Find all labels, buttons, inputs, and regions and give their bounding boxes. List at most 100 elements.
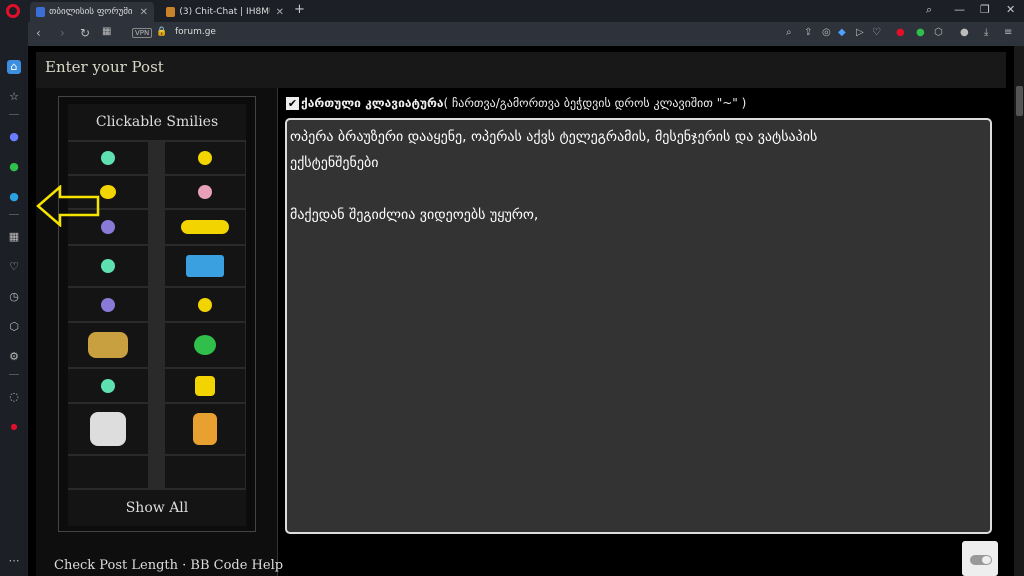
smiley-icon[interactable] xyxy=(101,378,115,393)
shield-icon[interactable]: ◆ xyxy=(838,27,846,38)
messenger-icon[interactable]: ● xyxy=(7,130,21,144)
editor-line: მაქედან შეგიძლია ვიდეოებს უყურო, xyxy=(290,207,539,223)
close-icon[interactable]: ✕ xyxy=(276,7,284,18)
smilies-title: Clickable Smilies xyxy=(68,104,246,140)
smiley-cell[interactable] xyxy=(165,288,245,321)
back-icon[interactable]: ‹ xyxy=(36,26,41,40)
forum-favicon-icon xyxy=(36,7,46,17)
speed-dial-icon[interactable]: ▦ xyxy=(102,26,111,37)
editor-line: ოპერა ბრაუზერი დააყენე, ოპერას აქვს ტელე… xyxy=(290,129,818,145)
smiley-icon[interactable] xyxy=(101,259,115,273)
smiley-cell[interactable] xyxy=(165,210,245,244)
post-header xyxy=(36,52,1006,88)
smiley-icon[interactable] xyxy=(195,375,215,396)
forward-icon[interactable]: › xyxy=(60,26,65,40)
tab-title: (3) Chit-Chat | IH8MUD For xyxy=(179,7,269,17)
lock-icon[interactable]: 🔒 xyxy=(156,27,167,37)
heart-icon[interactable]: ♡ xyxy=(872,27,881,38)
heart-icon[interactable]: ♡ xyxy=(7,260,21,274)
smiley-cell[interactable] xyxy=(165,246,245,286)
smiley-cell[interactable] xyxy=(68,369,148,402)
snapshot-icon[interactable]: ◎ xyxy=(822,27,831,38)
telegram-icon[interactable]: ● xyxy=(7,190,21,204)
opera-logo-icon[interactable] xyxy=(6,4,20,18)
smiley-cell[interactable] xyxy=(68,323,148,367)
extension-icon[interactable]: ● xyxy=(916,27,925,38)
send-icon[interactable]: ▷ xyxy=(856,27,864,38)
smiley-cell[interactable] xyxy=(165,369,245,402)
smiley-icon[interactable] xyxy=(101,220,115,234)
smiley-icon[interactable] xyxy=(101,151,115,165)
history-icon[interactable]: ◷ xyxy=(7,290,21,304)
workspaces-icon[interactable]: ▦ xyxy=(7,230,21,244)
scrollbar[interactable] xyxy=(1014,46,1024,576)
divider xyxy=(9,374,19,375)
scrollbar-thumb[interactable] xyxy=(1016,86,1023,116)
share-icon[interactable]: ⇪ xyxy=(804,27,812,38)
smiley-cell[interactable] xyxy=(165,404,245,454)
smiley-cell-empty xyxy=(68,456,148,488)
tab-forum[interactable]: თბილისის ფორუმი -> ✕ xyxy=(30,2,154,22)
avatar[interactable]: ● xyxy=(960,27,969,38)
smiley-icon[interactable] xyxy=(193,413,217,445)
download-icon[interactable]: ⤓ xyxy=(984,27,988,38)
reload-icon[interactable]: ↻ xyxy=(80,26,90,40)
smiley-icon[interactable] xyxy=(198,185,212,199)
search-tabs-icon[interactable]: ⌕ xyxy=(926,3,932,17)
settings-icon[interactable]: ⚙ xyxy=(7,350,21,364)
keyboard-hint: ( ჩართვა/გამორთვა ბეჭდვის დროს კლავიშით … xyxy=(443,96,747,110)
url-field[interactable]: forum.ge xyxy=(175,27,216,37)
smiley-cell[interactable] xyxy=(68,142,148,174)
smiley-cell[interactable] xyxy=(68,246,148,286)
editor-line xyxy=(290,176,987,202)
minimize-icon[interactable]: — xyxy=(954,3,965,16)
smiley-icon[interactable] xyxy=(88,332,128,358)
divider xyxy=(9,114,19,115)
smiley-cell[interactable] xyxy=(165,323,245,367)
smiley-icon[interactable] xyxy=(181,220,229,234)
divider xyxy=(9,214,19,215)
smiley-cell[interactable] xyxy=(165,176,245,208)
ih8mud-favicon-icon xyxy=(166,7,176,17)
close-icon[interactable]: ✕ xyxy=(140,7,148,18)
new-tab-icon[interactable]: + xyxy=(294,2,305,17)
tab-bar: თბილისის ფორუმი -> ✕ (3) Chit-Chat | IH8… xyxy=(0,0,1024,22)
home-icon[interactable]: ⌂ xyxy=(7,60,21,74)
vpn-badge[interactable]: VPN xyxy=(132,28,153,38)
georgian-keyboard-toggle[interactable]: ✔ ქართული კლავიატურა ( ჩართვა/გამორთვა ბ… xyxy=(286,96,746,110)
smiley-icon[interactable] xyxy=(194,335,216,355)
smiley-icon[interactable] xyxy=(101,297,115,312)
smiley-cell[interactable] xyxy=(68,404,148,454)
window-close-icon[interactable]: ✕ xyxy=(1006,3,1015,16)
zoom-icon[interactable]: ⌕ xyxy=(786,27,792,38)
address-bar: ‹ › ↻ ▦ VPN 🔒 forum.ge ⌕ ⇪ ◎ ◆ ▷ ♡ ● ● ⬡… xyxy=(28,22,1024,46)
cube-icon[interactable]: ⬡ xyxy=(934,27,943,38)
tab-chit-chat[interactable]: (3) Chit-Chat | IH8MUD For ✕ xyxy=(160,2,290,22)
smiley-icon[interactable] xyxy=(90,412,126,446)
show-all-button[interactable]: Show All xyxy=(68,490,246,526)
bottom-links[interactable]: Check Post Length · BB Code Help xyxy=(54,558,283,573)
smiley-cell[interactable] xyxy=(165,142,245,174)
smiley-icon[interactable] xyxy=(198,151,212,165)
yellow-arrow-annotation-icon xyxy=(36,185,100,227)
smiley-icon[interactable] xyxy=(100,185,116,199)
whatsapp-icon[interactable]: ● xyxy=(7,160,21,174)
tab-title: თბილისის ფორუმი -> xyxy=(49,7,133,17)
smiley-icon[interactable] xyxy=(186,255,224,277)
smiley-cell[interactable] xyxy=(68,288,148,321)
extension-icon[interactable]: ● xyxy=(896,27,905,38)
lightbulb-icon[interactable]: ◌ xyxy=(7,390,21,404)
keyboard-label: ქართული კლავიატურა xyxy=(301,96,444,110)
smiley-icon[interactable] xyxy=(198,297,212,312)
editor-line: ექსტენშენები xyxy=(290,155,379,171)
post-textarea[interactable]: ოპერა ბრაუზერი დააყენე, ოპერას აქვს ტელე… xyxy=(285,118,992,534)
settings-sliders-icon[interactable]: ≡ xyxy=(1004,27,1012,38)
more-icon[interactable]: ⋯ xyxy=(7,554,21,568)
cube-icon[interactable]: ⬡ xyxy=(7,320,21,334)
browser-sidebar: ⌂ ☆ ● ● ● ▦ ♡ ◷ ⬡ ⚙ ◌ ● ⋯ xyxy=(0,22,28,576)
smiley-cell-empty xyxy=(165,456,245,488)
opera-gx-icon[interactable]: ● xyxy=(7,420,21,434)
checkbox[interactable]: ✔ xyxy=(286,96,299,110)
pin-icon[interactable]: ☆ xyxy=(7,90,21,104)
restore-icon[interactable]: ❐ xyxy=(980,3,990,16)
